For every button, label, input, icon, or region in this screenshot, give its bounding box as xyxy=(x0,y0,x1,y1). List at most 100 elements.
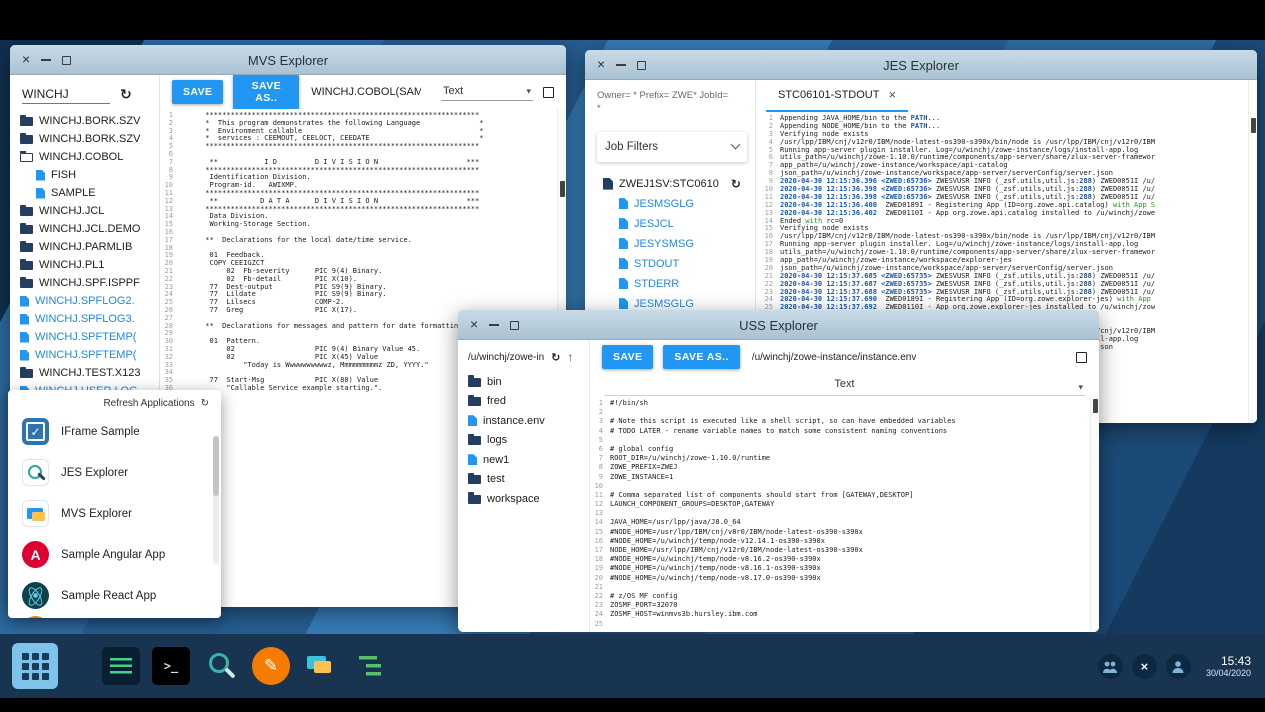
clock-time: 15:43 xyxy=(1221,654,1251,668)
tree-item[interactable]: bin xyxy=(458,372,589,392)
tree-item[interactable]: logs xyxy=(458,431,589,451)
tree-item-label: WINCHJ.SPF.ISPPF xyxy=(39,277,140,289)
tree-item-icon xyxy=(20,350,29,361)
line-number: 13 xyxy=(590,509,610,518)
launcher-item[interactable]: MVS Explorer xyxy=(8,493,221,534)
taskbar-app-icon[interactable] xyxy=(102,647,140,685)
code-line: 7 ROOT_DIR=/u/winchj/zowe-1.10.0/runtime xyxy=(590,454,1099,463)
tree-item[interactable]: WINCHJ.SPFLOG3. xyxy=(10,310,159,328)
code-line: 1 #!/bin/sh xyxy=(590,399,1099,408)
save-as-button[interactable]: SAVE AS.. xyxy=(663,345,739,369)
refresh-icon[interactable]: ↻ xyxy=(551,351,560,364)
users-icon[interactable] xyxy=(1098,654,1123,679)
taskbar-app-icon[interactable] xyxy=(152,647,190,685)
tree-item-label: WINCHJ.SPFTEMP( xyxy=(35,349,136,361)
tree-item[interactable]: WINCHJ.SPFTEMP( xyxy=(10,328,159,346)
taskbar-app-icon[interactable] xyxy=(202,647,240,685)
tree-item-icon xyxy=(619,238,628,249)
dataset-filter-input[interactable] xyxy=(22,85,110,104)
tree-item[interactable]: JESJCL ↻ xyxy=(593,214,747,234)
tree-item[interactable]: STDOUT ↻ xyxy=(593,254,747,274)
tree-item[interactable]: JESYSMSG ↻ xyxy=(593,234,747,254)
tree-item[interactable]: WINCHJ.TEST.X123 xyxy=(10,364,159,382)
app-launcher-button[interactable] xyxy=(12,643,58,689)
tree-item[interactable]: instance.env xyxy=(458,411,589,431)
tree-item[interactable]: WINCHJ.JCL.DEMO xyxy=(10,220,159,238)
open-file-name: WINCHJ.COBOL(SAMPLE) xyxy=(311,86,421,98)
taskbar-app-icon[interactable] xyxy=(352,647,390,685)
close-all-icon[interactable]: × xyxy=(1132,654,1157,679)
tree-item[interactable]: test xyxy=(458,470,589,490)
window-titlebar[interactable]: × USS Explorer xyxy=(458,310,1099,340)
tree-item[interactable]: new1 xyxy=(458,450,589,470)
tree-item-label: WINCHJ.BORK.SZV xyxy=(39,115,140,127)
launcher-item[interactable]: IFrame Sample xyxy=(8,411,221,452)
refresh-icon[interactable]: ↻ xyxy=(731,177,741,191)
output-scrollbar[interactable] xyxy=(1248,80,1257,423)
scrollbar-thumb[interactable] xyxy=(213,436,219,496)
fullscreen-icon[interactable] xyxy=(543,87,554,98)
tree-item[interactable]: WINCHJ.BORK.SZV xyxy=(10,112,159,130)
tree-item[interactable]: WINCHJ.SPFTEMP( xyxy=(10,346,159,364)
tree-item[interactable]: ZWEJ1SV:STC0610 ↻ xyxy=(593,174,747,194)
tree-item-label: WINCHJ.PARMLIB xyxy=(39,241,132,253)
refresh-icon[interactable]: ↻ xyxy=(120,86,132,103)
launcher-item[interactable] xyxy=(8,616,221,618)
fullscreen-icon[interactable] xyxy=(1076,352,1087,363)
window-titlebar[interactable]: × JES Explorer xyxy=(585,50,1257,80)
line-number: 3 xyxy=(590,417,610,426)
tree-item[interactable]: WINCHJ.SPF.ISPPF xyxy=(10,274,159,292)
tree-item[interactable]: WINCHJ.JCL xyxy=(10,202,159,220)
taskbar-app-icon[interactable] xyxy=(252,647,290,685)
tree-item[interactable]: WINCHJ.BORK.SZV xyxy=(10,130,159,148)
scrollbar-thumb[interactable] xyxy=(1093,399,1098,413)
user-account-icon[interactable] xyxy=(1166,654,1191,679)
tree-item[interactable]: WINCHJ.PL1 xyxy=(10,256,159,274)
tree-item[interactable]: SAMPLE xyxy=(10,184,159,202)
up-directory-icon[interactable]: ↑ xyxy=(567,350,573,364)
tree-item[interactable]: WINCHJ.PARMLIB xyxy=(10,238,159,256)
save-button[interactable]: SAVE xyxy=(602,345,653,369)
code-line: 6 # global config xyxy=(590,445,1099,454)
code-line: 19 #NODE_HOME=/u/winchj/temp/node-v8.16.… xyxy=(590,564,1099,573)
tab-stdout[interactable]: STC06101-STDOUT × xyxy=(766,79,908,112)
tree-item[interactable]: JESMSGLG ↻ xyxy=(593,194,747,214)
code-line: 12 LAUNCH_COMPONENT_GROUPS=DESKTOP,GATEW… xyxy=(590,500,1099,509)
editor-scrollbar[interactable] xyxy=(1090,396,1099,632)
panel-scrollbar[interactable] xyxy=(213,436,219,564)
taskbar-app-icon[interactable] xyxy=(302,647,340,685)
current-path[interactable]: /u/winchj/zowe-in xyxy=(468,352,544,363)
tree-item[interactable]: WINCHJ.COBOL xyxy=(10,148,159,166)
tree-item[interactable]: fred xyxy=(458,392,589,412)
line-text: ****************************************… xyxy=(180,143,479,151)
tree-item[interactable]: WINCHJ.SPFLOG2. xyxy=(10,292,159,310)
file-tree-panel: /u/winchj/zowe-in ↻ ↑ bin fred xyxy=(458,340,590,632)
launcher-item[interactable]: Sample Angular App xyxy=(8,534,221,575)
tree-item-label: ZWEJ1SV:STC0610 xyxy=(619,178,719,190)
refresh-applications-button[interactable]: Refresh Applications ↻ xyxy=(8,390,221,411)
code-line: 22 # z/OS MF config xyxy=(590,592,1099,601)
tree-item-label: WINCHJ.TEST.X123 xyxy=(39,367,140,379)
scrollbar-thumb[interactable] xyxy=(1251,118,1256,133)
launcher-item[interactable]: JES Explorer xyxy=(8,452,221,493)
scrollbar-thumb[interactable] xyxy=(560,181,565,197)
launcher-item[interactable]: Sample React App xyxy=(8,575,221,616)
save-button[interactable]: SAVE xyxy=(172,80,223,104)
save-as-button[interactable]: SAVE AS.. xyxy=(233,74,299,110)
tree-item[interactable]: STDERR ↻ xyxy=(593,274,747,294)
code-line: 20 #NODE_HOME=/u/winchj/temp/node-v8.17.… xyxy=(590,574,1099,583)
app-launcher-panel: Refresh Applications ↻ IFrame Sample JES… xyxy=(8,390,221,618)
code-editor[interactable]: 1 #!/bin/sh 2 3 # Note this script is ex… xyxy=(590,396,1099,632)
tree-item[interactable]: workspace xyxy=(458,489,589,509)
tree-item-icon xyxy=(20,261,33,270)
tab-close-icon[interactable]: × xyxy=(888,87,896,102)
window-titlebar[interactable]: × MVS Explorer xyxy=(10,45,566,75)
refresh-icon: ↻ xyxy=(201,398,209,409)
syntax-mode-select[interactable]: Text ▾ xyxy=(441,83,533,101)
line-text: ** Declarations for messages and pattern… xyxy=(180,323,462,331)
syntax-mode-select[interactable]: Text ▾ xyxy=(604,374,1085,396)
job-filters-expander[interactable]: Job Filters xyxy=(597,132,747,162)
line-text: #NODE_HOME=/u/winchj/temp/node-v12.14.1-… xyxy=(610,537,825,546)
tree-item[interactable]: FISH xyxy=(10,166,159,184)
tree-item-label: FISH xyxy=(51,169,76,181)
